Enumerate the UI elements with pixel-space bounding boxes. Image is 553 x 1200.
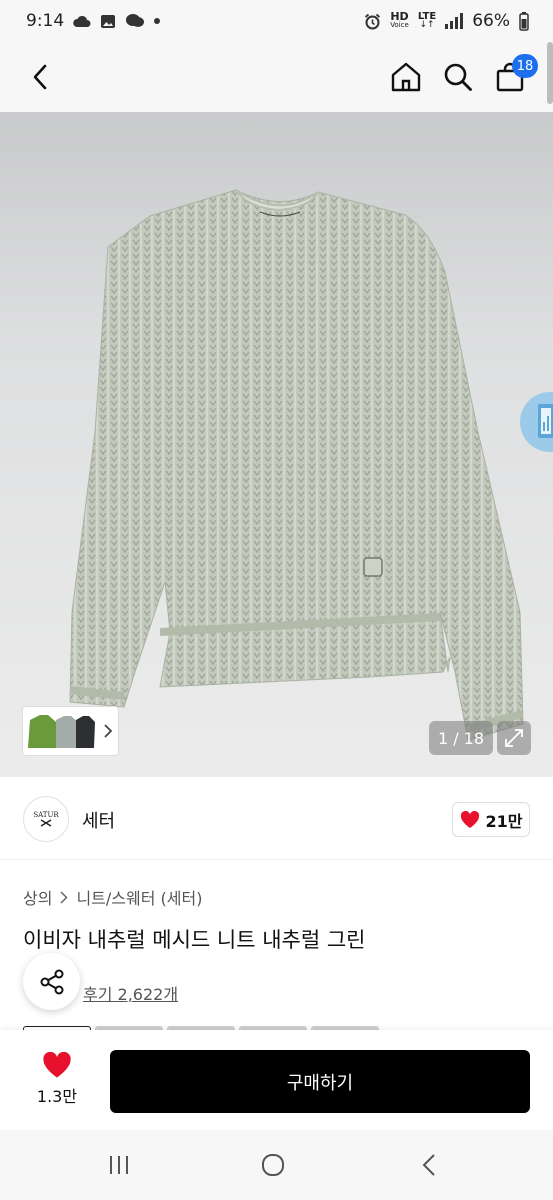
brand-name[interactable]: 세터 — [82, 807, 115, 833]
cloud-icon — [73, 15, 91, 27]
brand-like-button[interactable]: 21만 — [452, 802, 530, 837]
cart-count-badge: 18 — [512, 54, 538, 78]
battery-level: 66% — [472, 11, 510, 31]
breadcrumb: 상의 니트/스웨터 (세터) — [23, 885, 202, 909]
status-time: 9:14 — [26, 11, 65, 31]
brand-emblem-icon — [40, 819, 52, 827]
voice-label: Voice — [390, 21, 409, 29]
brand-logo-text: SATUR — [33, 811, 59, 819]
gallery-icon — [101, 14, 116, 28]
signal-icon — [445, 13, 464, 29]
buy-button[interactable]: 구매하기 — [110, 1050, 530, 1113]
home-nav-button[interactable] — [243, 1130, 303, 1200]
purchase-bar: 1.3만 구매하기 — [0, 1030, 553, 1130]
scrollbar[interactable] — [547, 42, 553, 104]
color-variant-thumbnail — [76, 716, 95, 748]
home-icon — [391, 62, 421, 92]
notification-dot-icon — [154, 18, 161, 24]
heart-icon — [460, 810, 479, 828]
chevron-left-icon — [422, 1154, 435, 1176]
expand-icon — [505, 729, 523, 747]
expand-button[interactable] — [497, 721, 531, 755]
chevron-right-icon — [60, 890, 69, 904]
breadcrumb-brand-tag: (세터) — [160, 889, 203, 908]
share-button[interactable] — [23, 953, 80, 1010]
data-arrows-icon: ↓↑ — [419, 20, 435, 30]
app-header: 18 — [0, 42, 553, 112]
home-button[interactable] — [384, 42, 428, 112]
breadcrumb-category[interactable]: 상의 — [23, 885, 52, 909]
system-nav-bar — [0, 1130, 553, 1200]
color-variant-thumbnail — [56, 716, 78, 748]
home-circle-icon — [262, 1154, 284, 1176]
sweater-image — [69, 189, 524, 741]
recent-apps-icon — [110, 1156, 128, 1174]
search-button[interactable] — [436, 42, 480, 112]
chat-bubble-icon — [126, 14, 145, 27]
hd-label: HD — [390, 10, 409, 23]
product-title: 이비자 내추럴 메시드 니트 내추럴 그린 — [23, 928, 366, 952]
color-thumbnail-strip[interactable] — [22, 706, 119, 756]
chevron-right-icon — [104, 724, 112, 738]
reviews-link[interactable]: 후기 2,622개 — [83, 981, 178, 1005]
alarm-icon — [365, 13, 381, 29]
recent-apps-button[interactable] — [89, 1130, 149, 1200]
brand-row: SATUR 세터 21만 — [0, 778, 553, 860]
color-variant-thumbnail — [28, 715, 58, 748]
back-nav-button[interactable] — [399, 1130, 459, 1200]
lte-indicator: LTE ↓↑ — [418, 12, 436, 30]
breadcrumb-subcategory-label: 니트/스웨터 — [76, 889, 156, 908]
chevron-left-icon — [33, 64, 47, 90]
product-image-gallery[interactable]: 1 / 18 — [0, 112, 553, 777]
color-variant-thumbnails — [28, 715, 95, 748]
heart-icon — [43, 1052, 71, 1078]
share-icon — [40, 969, 63, 994]
brand-logo[interactable]: SATUR — [23, 796, 69, 842]
search-icon — [444, 63, 472, 91]
back-button[interactable] — [18, 42, 62, 112]
document-icon — [538, 404, 553, 438]
hd-voice-indicator: HD Voice — [390, 10, 409, 30]
cart-button[interactable]: 18 — [488, 42, 538, 112]
breadcrumb-subcategory[interactable]: 니트/스웨터 (세터) — [76, 885, 202, 909]
battery-icon — [519, 11, 529, 31]
wishlist-count: 1.3만 — [36, 1087, 78, 1106]
wishlist-button[interactable]: 1.3만 — [28, 1052, 86, 1114]
image-counter: 1 / 18 — [429, 721, 493, 755]
brand-like-count: 21만 — [485, 811, 523, 831]
status-bar: 9:14 HD Voice LTE ↓↑ 66% — [0, 0, 553, 42]
